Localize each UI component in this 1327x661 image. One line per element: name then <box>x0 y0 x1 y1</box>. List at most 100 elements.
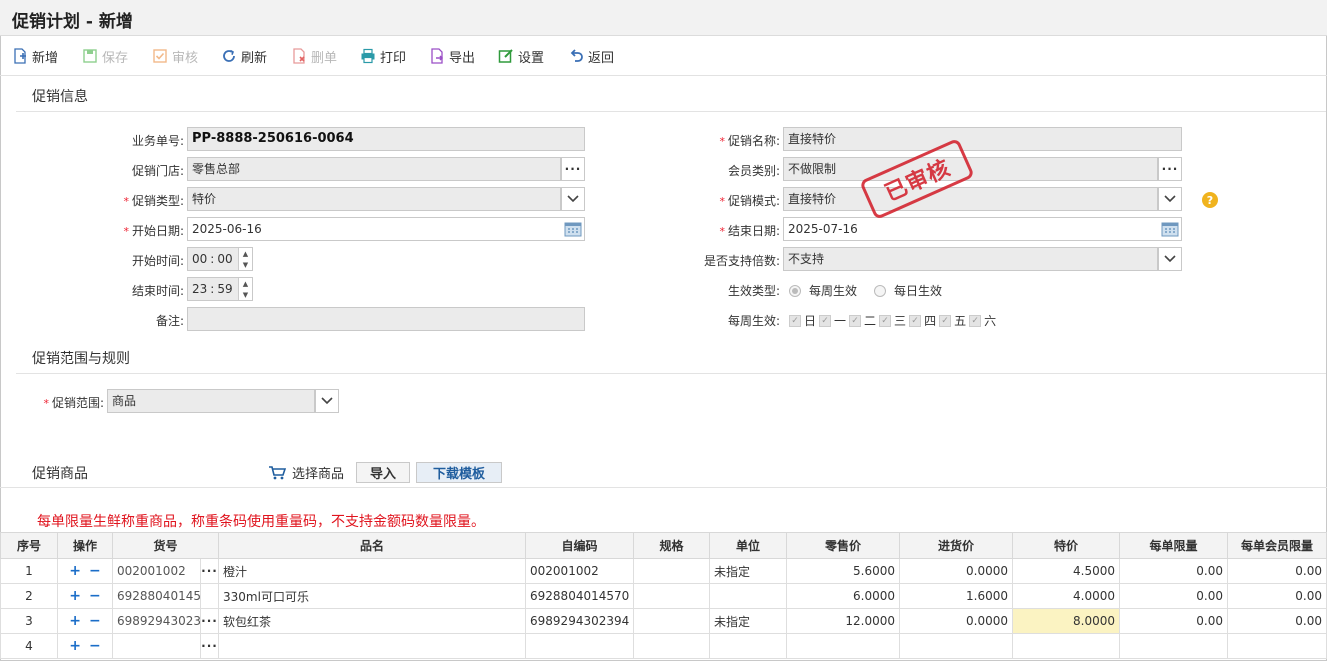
type-dropdown-button[interactable] <box>561 187 585 211</box>
col-header[interactable]: 品名 <box>218 532 527 559</box>
weekday-checkbox[interactable]: ✓ 二 <box>849 312 876 329</box>
sku-cell[interactable]: 002001002 <box>112 558 201 584</box>
end-time-spinner[interactable]: ▲ ▼ <box>238 278 252 300</box>
spec-cell[interactable] <box>633 633 711 659</box>
member-limit-cell[interactable]: 0.00 <box>1227 608 1327 634</box>
unit-cell[interactable] <box>709 583 788 609</box>
cost-cell[interactable]: 0.0000 <box>899 608 1014 634</box>
col-header[interactable]: 序号 <box>0 532 58 559</box>
end-minute[interactable]: 59 <box>217 282 232 296</box>
mode-dropdown-button[interactable] <box>1158 187 1182 211</box>
refresh-button[interactable]: 刷新 <box>221 46 267 66</box>
spec-cell[interactable] <box>633 608 711 634</box>
select-products-button[interactable]: 选择商品 <box>268 463 344 482</box>
member-limit-cell[interactable]: 0.00 <box>1227 558 1327 584</box>
code-cell[interactable] <box>525 633 635 659</box>
sku-cell[interactable]: 692880401457 <box>112 583 201 609</box>
spin-up-icon[interactable]: ▲ <box>243 280 248 288</box>
unit-cell[interactable]: 未指定 <box>709 558 788 584</box>
print-button[interactable]: 打印 <box>360 46 406 66</box>
start-date-field[interactable]: 2025-06-16 <box>187 217 561 241</box>
weekday-checkbox[interactable]: ✓ 四 <box>909 312 936 329</box>
audit-button[interactable]: 审核 <box>152 46 198 66</box>
cost-cell[interactable] <box>899 633 1014 659</box>
member-limit-cell[interactable] <box>1227 633 1327 659</box>
back-button[interactable]: 返回 <box>568 46 614 66</box>
code-cell[interactable]: 002001002 <box>525 558 635 584</box>
effect-weekly-radio[interactable]: 每周生效 <box>789 282 857 299</box>
weekday-checkbox[interactable]: ✓ 一 <box>819 312 846 329</box>
add-row-icon[interactable]: + <box>69 563 81 579</box>
promo-mode-select[interactable]: 直接特价 <box>783 187 1158 211</box>
special-price-cell[interactable]: 8.0000 <box>1012 608 1121 634</box>
multiple-select[interactable]: 不支持 <box>783 247 1158 271</box>
add-row-icon[interactable]: + <box>69 613 81 629</box>
member-picker-button[interactable]: ··· <box>1158 157 1182 181</box>
limit-cell[interactable]: 0.00 <box>1119 583 1229 609</box>
code-cell[interactable]: 6928804014570 <box>525 583 635 609</box>
start-minute[interactable]: 00 <box>217 252 232 266</box>
remove-row-icon[interactable]: − <box>89 613 101 629</box>
limit-cell[interactable]: 0.00 <box>1119 558 1229 584</box>
col-header[interactable]: 每单会员限量 <box>1227 532 1327 559</box>
sku-picker-button[interactable]: ··· <box>199 633 220 659</box>
cost-cell[interactable]: 1.6000 <box>899 583 1014 609</box>
retail-cell[interactable]: 12.0000 <box>786 608 901 634</box>
start-time-spinner[interactable]: ▲ ▼ <box>238 248 252 270</box>
add-row-icon[interactable]: + <box>69 638 81 654</box>
sku-picker-button[interactable]: ··· <box>199 558 220 584</box>
weekday-checkbox[interactable]: ✓ 三 <box>879 312 906 329</box>
spec-cell[interactable] <box>633 583 711 609</box>
col-header[interactable]: 自编码 <box>525 532 635 559</box>
col-header[interactable]: 规格 <box>633 532 711 559</box>
col-header[interactable]: 操作 <box>57 532 113 559</box>
col-header[interactable]: 每单限量 <box>1119 532 1229 559</box>
unit-cell[interactable] <box>709 633 788 659</box>
end-hour[interactable]: 23 <box>192 282 207 296</box>
sku-picker-button[interactable]: ··· <box>199 608 220 634</box>
add-row-icon[interactable]: + <box>69 588 81 604</box>
col-header[interactable]: 货号 <box>111 532 220 559</box>
col-header[interactable]: 特价 <box>1012 532 1121 559</box>
save-button[interactable]: 保存 <box>82 46 128 66</box>
delete-button[interactable]: 删单 <box>291 46 337 66</box>
export-button[interactable]: 导出 <box>429 46 475 66</box>
weekday-checkbox[interactable]: ✓ 日 <box>789 312 816 329</box>
special-price-cell[interactable]: 4.5000 <box>1012 558 1121 584</box>
remove-row-icon[interactable]: − <box>89 638 101 654</box>
sku-picker-button[interactable] <box>199 583 220 609</box>
end-time-field[interactable]: 23:59 ▲ ▼ <box>187 277 253 301</box>
scope-dropdown-button[interactable] <box>315 389 339 413</box>
special-price-cell[interactable]: 4.0000 <box>1012 583 1121 609</box>
spin-up-icon[interactable]: ▲ <box>243 250 248 258</box>
unit-cell[interactable]: 未指定 <box>709 608 788 634</box>
special-price-cell[interactable] <box>1012 633 1121 659</box>
store-field[interactable]: 零售总部 <box>187 157 561 181</box>
new-button[interactable]: 新增 <box>12 46 58 66</box>
name-cell[interactable]: 软包红茶 <box>218 608 527 634</box>
weekday-checkbox[interactable]: ✓ 六 <box>969 312 996 329</box>
code-cell[interactable]: 6989294302394 <box>525 608 635 634</box>
limit-cell[interactable]: 0.00 <box>1119 608 1229 634</box>
col-header[interactable]: 单位 <box>709 532 788 559</box>
retail-cell[interactable] <box>786 633 901 659</box>
sku-cell[interactable] <box>112 633 201 659</box>
start-time-field[interactable]: 00:00 ▲ ▼ <box>187 247 253 271</box>
retail-cell[interactable]: 5.6000 <box>786 558 901 584</box>
type-select[interactable]: 特价 <box>187 187 561 211</box>
name-cell[interactable] <box>218 633 527 659</box>
help-icon[interactable]: ? <box>1202 192 1218 208</box>
table-row[interactable]: 1 + − 002001002 ··· 橙汁 002001002 未指定 5.60… <box>0 558 1327 584</box>
remove-row-icon[interactable]: − <box>89 588 101 604</box>
remove-row-icon[interactable]: − <box>89 563 101 579</box>
spin-down-icon[interactable]: ▼ <box>243 261 248 269</box>
sku-cell[interactable]: 698929430239 <box>112 608 201 634</box>
promo-name-field[interactable]: 直接特价 <box>783 127 1182 151</box>
order-no-field[interactable]: PP-8888-250616-0064 <box>187 127 585 151</box>
multiple-dropdown-button[interactable] <box>1158 247 1182 271</box>
col-header[interactable]: 进货价 <box>899 532 1014 559</box>
spec-cell[interactable] <box>633 558 711 584</box>
retail-cell[interactable]: 6.0000 <box>786 583 901 609</box>
cost-cell[interactable]: 0.0000 <box>899 558 1014 584</box>
import-button[interactable]: 导入 <box>356 462 410 483</box>
